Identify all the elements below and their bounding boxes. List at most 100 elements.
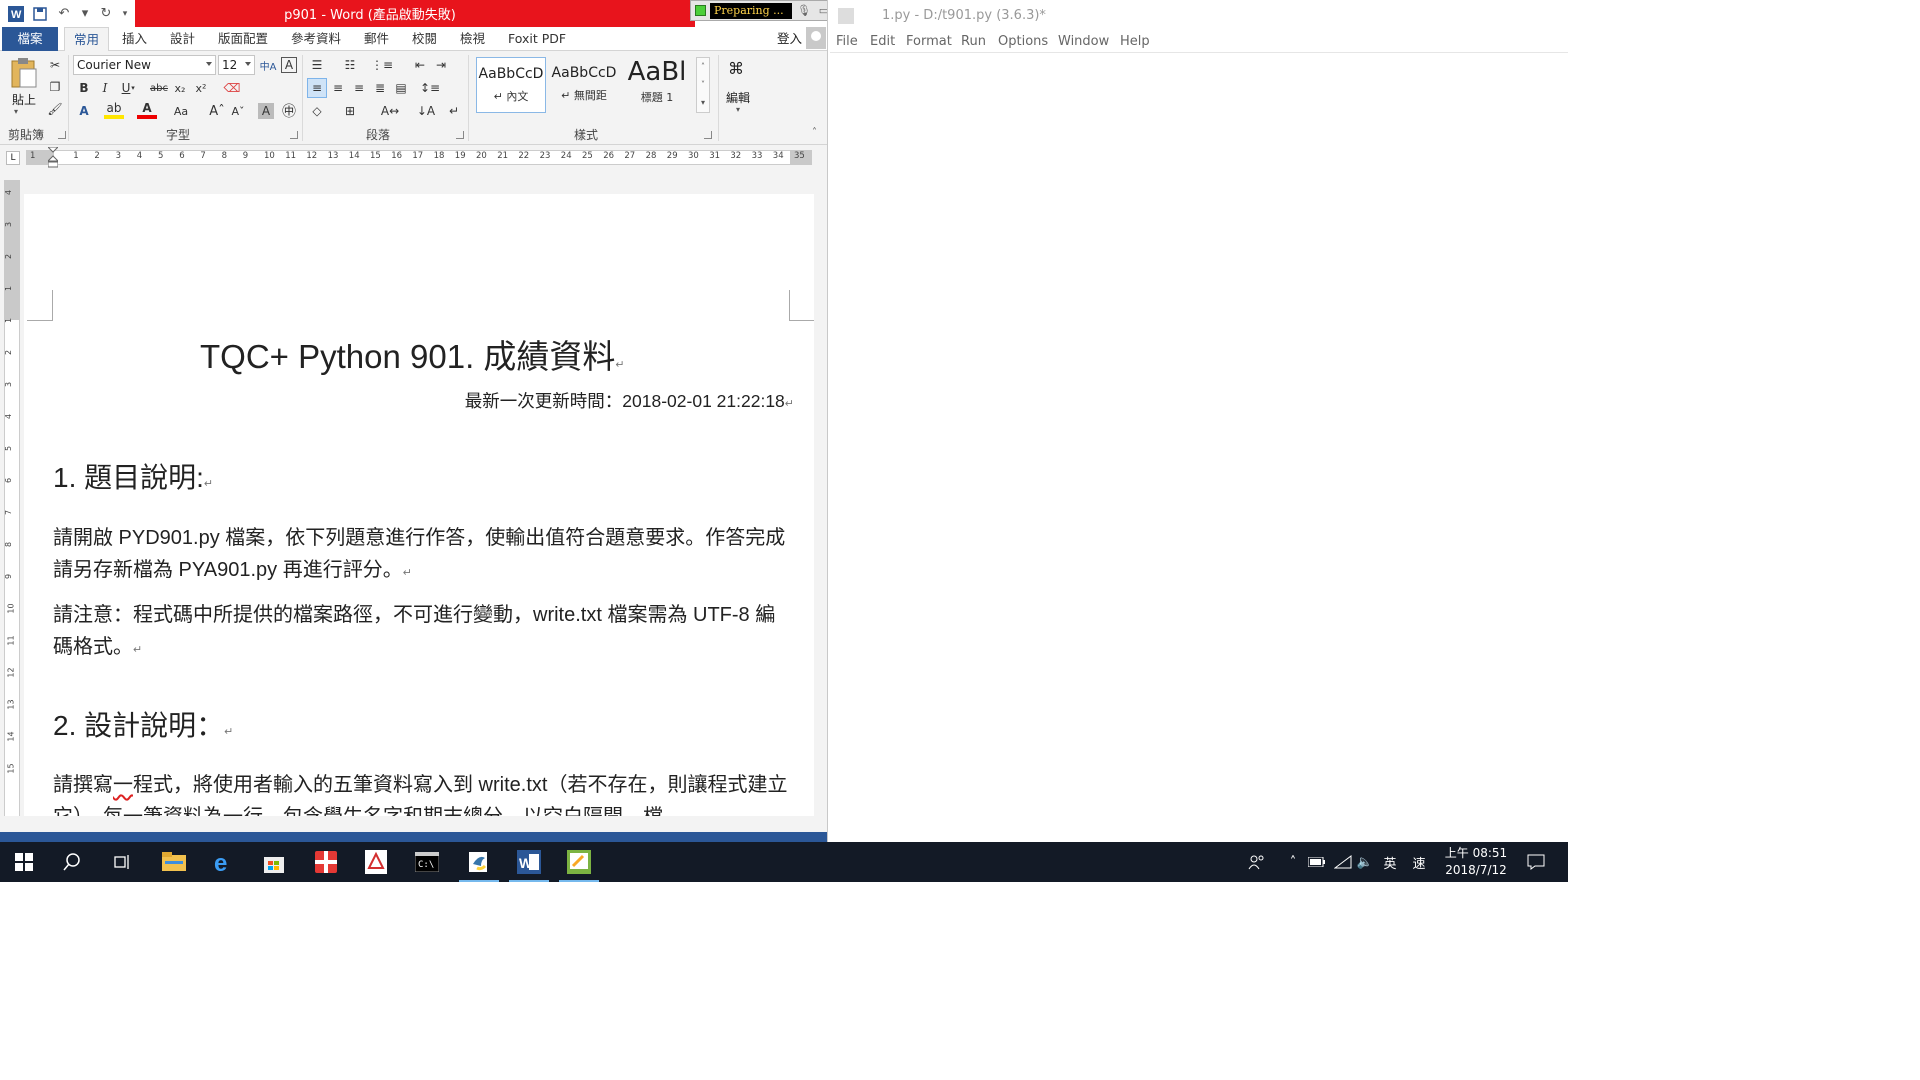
word-taskbar-icon[interactable]: W xyxy=(505,842,553,882)
character-border-icon[interactable]: A xyxy=(281,57,297,73)
camera-off-icon[interactable]: ▭ xyxy=(816,3,827,19)
edge-browser-icon[interactable]: e xyxy=(200,842,248,882)
styles-launcher-icon[interactable] xyxy=(704,131,712,139)
find-binoculars-icon[interactable]: ⌘ xyxy=(728,59,748,79)
tab-layout[interactable]: 版面配置 xyxy=(209,27,277,51)
menu-help[interactable]: Help xyxy=(1120,34,1150,49)
idle-editor-area[interactable] xyxy=(830,54,1568,842)
user-avatar-icon[interactable] xyxy=(806,27,826,49)
justify-icon[interactable]: ≣ xyxy=(370,78,390,98)
text-effects-icon[interactable]: A xyxy=(74,101,94,121)
grow-font-icon[interactable]: Aˆ xyxy=(207,101,227,121)
undo-icon[interactable]: ↶ xyxy=(54,4,74,24)
tab-view[interactable]: 檢視 xyxy=(451,27,494,51)
sign-in-link[interactable]: 登入 xyxy=(777,27,802,51)
style-no-spacing[interactable]: AaBbCcD ↵ 無間距 xyxy=(549,57,619,113)
align-right-icon[interactable]: ≡ xyxy=(349,78,369,98)
tab-file[interactable]: 檔案 xyxy=(2,27,58,51)
chinese-font-icon[interactable]: 中A xyxy=(258,55,278,75)
tab-home[interactable]: 常用 xyxy=(64,27,110,52)
heading-1[interactable]: 1. 題目說明:↵ xyxy=(53,456,213,496)
multilevel-list-icon[interactable]: ⋮≡ xyxy=(371,55,393,75)
cut-icon[interactable]: ✂ xyxy=(45,55,65,75)
paragraph-2[interactable]: 請注意：程式碼中所提供的檔案路徑，不可進行變動，write.txt 檔案需為 U… xyxy=(53,599,793,666)
font-color-icon[interactable]: A xyxy=(137,101,157,119)
tab-review[interactable]: 校閱 xyxy=(403,27,446,51)
styles-scroll-icon[interactable]: ˄ ˅ ▾ xyxy=(696,57,710,113)
system-clock[interactable]: 上午 08:51 2018/7/12 xyxy=(1436,845,1516,879)
highlight-icon[interactable]: ab xyxy=(104,101,124,119)
enclose-characters-icon[interactable]: ㊥ xyxy=(279,101,299,121)
sort-icon[interactable]: ↓A xyxy=(416,101,436,121)
strikethrough-icon[interactable]: abc xyxy=(147,78,171,98)
paragraph-launcher-icon[interactable] xyxy=(456,131,464,139)
show-marks-icon[interactable]: ↵ xyxy=(444,101,464,121)
character-shading-icon[interactable]: A xyxy=(258,103,274,119)
bullets-icon[interactable]: ☰ xyxy=(307,55,327,75)
save-icon[interactable] xyxy=(30,4,50,24)
vertical-scrollbar[interactable] xyxy=(814,169,827,816)
tab-insert[interactable]: 插入 xyxy=(113,27,156,51)
editing-label[interactable]: 編輯 xyxy=(726,89,750,106)
action-center-icon[interactable] xyxy=(1522,842,1550,882)
editing-dropdown-icon[interactable]: ▾ xyxy=(736,105,740,114)
shading-icon[interactable]: ◇ xyxy=(307,101,327,121)
clear-formatting-icon[interactable]: ⌫ xyxy=(222,78,242,98)
paragraph-3[interactable]: 請撰寫一程式，將使用者輸入的五筆資料寫入到 write.txt（若不存在，則讓程… xyxy=(53,769,793,816)
tab-foxit-pdf[interactable]: Foxit PDF xyxy=(499,27,575,51)
paste-icon[interactable] xyxy=(10,57,40,89)
paste-label[interactable]: 貼上 xyxy=(12,91,36,108)
format-painter-icon[interactable]: 🖌 xyxy=(45,99,65,119)
paragraph-1[interactable]: 請開啟 PYD901.py 檔案，依下列題意進行作答，使輸出值符合題意要求。作答… xyxy=(53,522,793,589)
redo-icon[interactable]: ▾ xyxy=(78,4,92,24)
battery-icon[interactable] xyxy=(1306,842,1328,882)
italic-icon[interactable]: I xyxy=(95,78,115,98)
style-heading-1[interactable]: AaBl 標題 1 xyxy=(622,57,692,113)
subscript-icon[interactable]: x₂ xyxy=(170,78,190,98)
show-hidden-icons-icon[interactable]: ˄ xyxy=(1283,842,1303,882)
style-normal[interactable]: AaBbCcD ↵ 內文 xyxy=(476,57,546,113)
font-size-combo[interactable]: 12 xyxy=(218,55,255,75)
document-title[interactable]: TQC+ Python 901. 成績資料↵ xyxy=(200,330,625,378)
tab-selector-icon[interactable]: L xyxy=(6,151,20,165)
align-left-icon[interactable]: ≡ xyxy=(307,78,327,98)
superscript-icon[interactable]: x² xyxy=(191,78,211,98)
paste-dropdown-icon[interactable]: ▾ xyxy=(14,107,18,116)
line-spacing-icon[interactable]: ↕≡ xyxy=(420,78,440,98)
customize-qat-icon[interactable]: ▾ xyxy=(120,4,130,24)
asian-layout-icon[interactable]: A↔ xyxy=(380,101,400,121)
align-center-icon[interactable]: ≡ xyxy=(328,78,348,98)
font-name-combo[interactable]: Courier New xyxy=(73,55,216,75)
increase-indent-icon[interactable]: ⇥ xyxy=(431,55,451,75)
store-icon[interactable] xyxy=(250,842,298,882)
menu-edit[interactable]: Edit xyxy=(870,34,895,49)
repeat-icon[interactable]: ↻ xyxy=(96,4,116,24)
copy-icon[interactable]: ❐ xyxy=(45,77,65,97)
tab-mailings[interactable]: 郵件 xyxy=(355,27,398,51)
editor-app-icon[interactable] xyxy=(555,842,603,882)
bold-icon[interactable]: B xyxy=(74,78,94,98)
document-page[interactable]: TQC+ Python 901. 成績資料↵ 最新一次更新時間：2018-02-… xyxy=(24,194,814,816)
tab-design[interactable]: 設計 xyxy=(161,27,204,51)
search-icon[interactable] xyxy=(48,842,96,882)
gift-app-icon[interactable] xyxy=(302,842,350,882)
distributed-icon[interactable]: ▤ xyxy=(391,78,411,98)
microphone-icon[interactable]: 🎙 xyxy=(796,3,812,19)
menu-format[interactable]: Format xyxy=(906,34,952,49)
spelling-squiggle[interactable]: 一 xyxy=(113,774,133,796)
change-case-icon[interactable]: Aa xyxy=(170,101,192,121)
clipboard-launcher-icon[interactable] xyxy=(58,131,66,139)
ime-mode-indicator[interactable]: 速 xyxy=(1408,842,1430,882)
document-updated[interactable]: 最新一次更新時間：2018-02-01 21:22:18↵ xyxy=(465,388,794,413)
task-view-icon[interactable] xyxy=(98,842,146,882)
people-icon[interactable] xyxy=(1244,842,1270,882)
network-icon[interactable] xyxy=(1332,842,1354,882)
borders-icon[interactable]: ⊞ xyxy=(340,101,360,121)
decrease-indent-icon[interactable]: ⇤ xyxy=(410,55,430,75)
underline-dropdown-icon[interactable]: ▾ xyxy=(128,78,138,98)
python-idle-icon[interactable] xyxy=(455,842,503,882)
start-button-icon[interactable] xyxy=(0,842,48,882)
menu-run[interactable]: Run xyxy=(961,34,986,49)
menu-file[interactable]: File xyxy=(836,34,858,49)
numbering-icon[interactable]: ☷ xyxy=(340,55,360,75)
